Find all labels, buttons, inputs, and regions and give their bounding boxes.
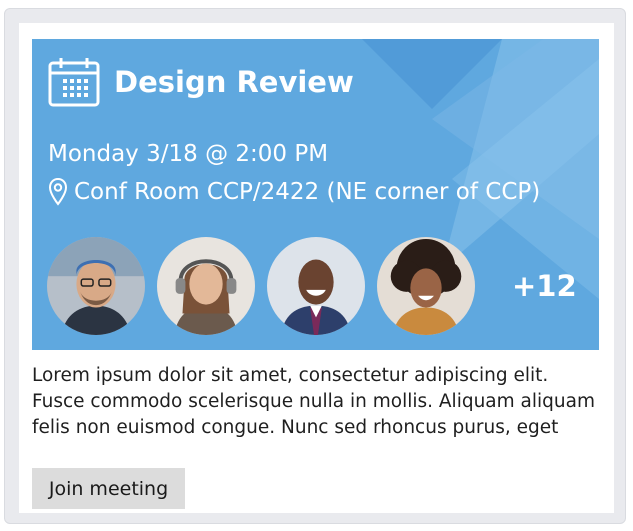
attendee-avatar[interactable] — [377, 237, 475, 335]
calendar-icon — [48, 58, 100, 107]
card-frame: Design Review Monday 3/18 @ 2:00 PM Conf… — [4, 8, 626, 524]
meeting-hero: Design Review Monday 3/18 @ 2:00 PM Conf… — [32, 39, 599, 350]
meeting-location: Conf Room CCP/2422 (NE corner of CCP) — [48, 177, 540, 207]
meeting-description: Lorem ipsum dolor sit amet, consectetur … — [32, 365, 595, 438]
attendee-avatar[interactable] — [267, 237, 365, 335]
meeting-datetime: Monday 3/18 @ 2:00 PM — [48, 141, 329, 167]
location-text: Conf Room CCP/2422 (NE corner of CCP) — [74, 179, 541, 205]
join-meeting-button[interactable]: Join meeting — [32, 468, 185, 509]
attendee-avatar[interactable] — [157, 237, 255, 335]
more-attendees-count[interactable]: +12 — [512, 269, 577, 303]
location-pin-icon — [48, 177, 68, 206]
meeting-card: Design Review Monday 3/18 @ 2:00 PM Conf… — [19, 23, 614, 513]
title-row: Design Review — [48, 57, 354, 107]
meeting-title: Design Review — [114, 65, 354, 99]
attendee-list — [47, 237, 487, 335]
attendee-avatar[interactable] — [47, 237, 145, 335]
